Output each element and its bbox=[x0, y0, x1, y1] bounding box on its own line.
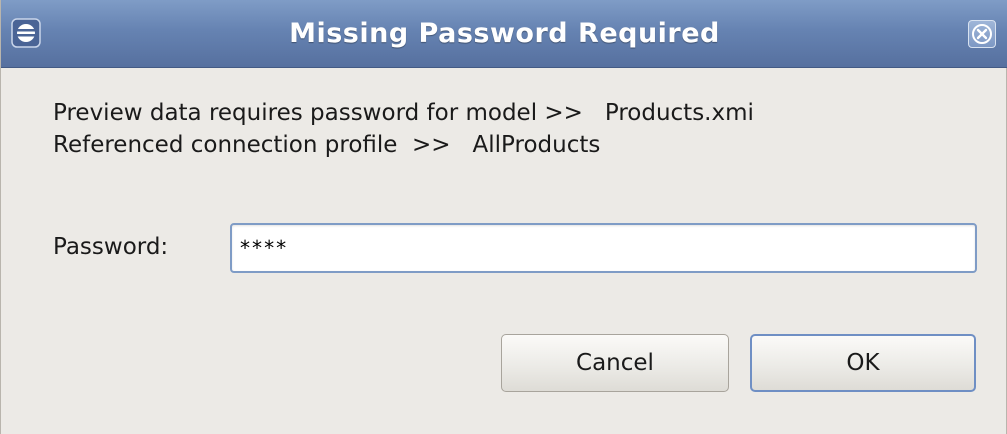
ok-button[interactable]: OK bbox=[750, 334, 976, 392]
cancel-button[interactable]: Cancel bbox=[501, 334, 729, 392]
message-profile-line: Referenced connection profile >> AllProd… bbox=[53, 132, 601, 158]
close-icon bbox=[969, 21, 995, 47]
dialog-message: Preview data requires password for model… bbox=[53, 97, 754, 161]
message-model-line: Preview data requires password for model… bbox=[53, 100, 754, 126]
password-label: Password: bbox=[53, 234, 169, 260]
dialog-window: Missing Password Required Preview data r… bbox=[0, 0, 1007, 434]
window-title: Missing Password Required bbox=[289, 18, 720, 49]
password-input[interactable] bbox=[230, 223, 977, 273]
title-bar[interactable]: Missing Password Required bbox=[1, 0, 1007, 68]
close-button[interactable] bbox=[968, 20, 996, 48]
